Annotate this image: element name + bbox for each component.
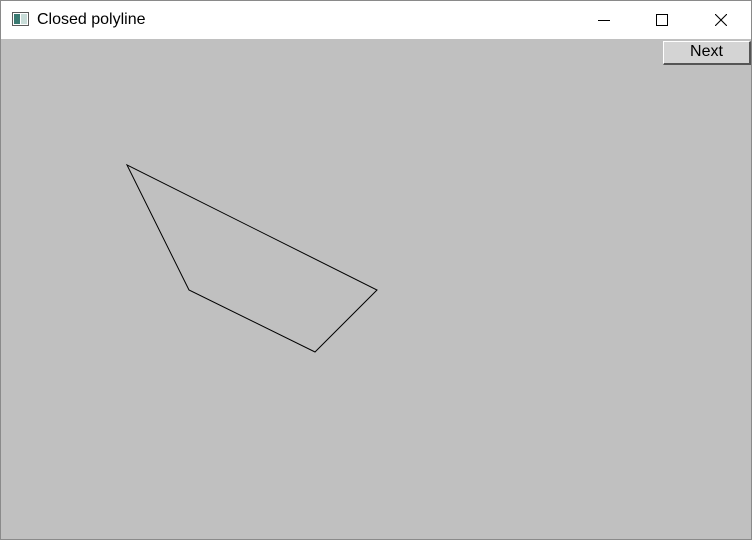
close-button[interactable] [692,1,750,39]
window-title: Closed polyline [37,11,146,28]
next-button[interactable]: Next [663,41,751,65]
drawing-canvas [125,163,378,353]
minimize-icon [598,20,610,21]
maximize-button[interactable] [633,1,691,39]
drawing-area[interactable]: Next [1,39,751,539]
app-icon [12,12,29,26]
title-bar[interactable]: Closed polyline [1,1,751,39]
close-icon [715,14,727,26]
maximize-icon [656,14,668,26]
closed-polyline [125,163,378,353]
minimize-button[interactable] [575,1,633,39]
app-window: Closed polyline Next [0,0,752,540]
